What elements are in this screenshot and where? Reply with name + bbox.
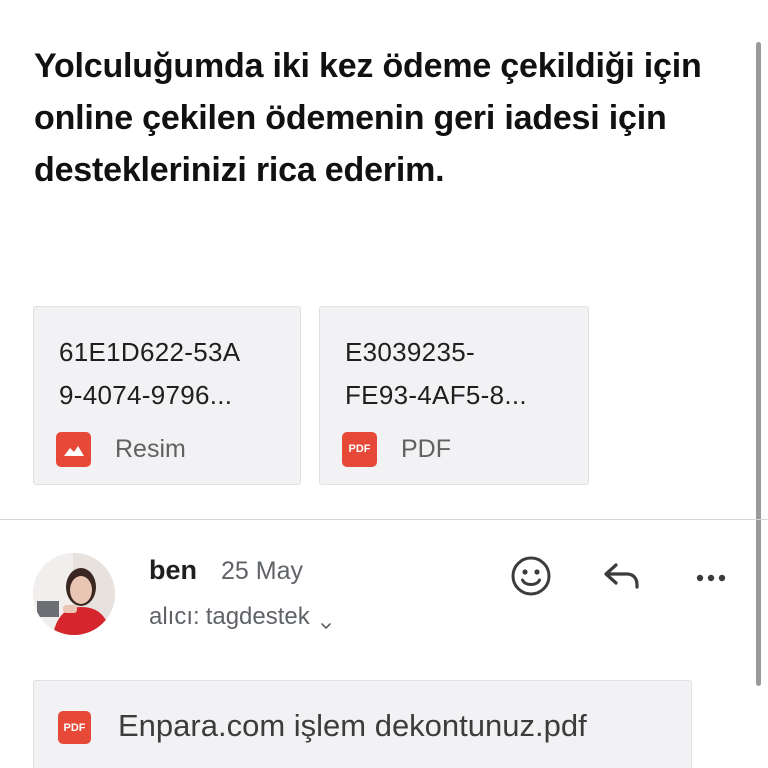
- attachment-type-label: PDF: [401, 434, 451, 463]
- avatar[interactable]: [33, 553, 115, 635]
- reply-button[interactable]: [598, 553, 644, 599]
- attachment-filename: Enpara.com işlem dekontunuz.pdf: [118, 708, 587, 743]
- attachment-filename: E3039235- FE93-4AF5-8...: [345, 337, 527, 410]
- attachment-type-label: Resim: [115, 434, 186, 463]
- recipient-prefix: alıcı:: [149, 603, 200, 630]
- scrollbar[interactable]: [756, 42, 761, 686]
- attachment-type: PDF PDF: [342, 431, 451, 467]
- chevron-down-icon: [320, 611, 332, 629]
- reply-icon: [604, 563, 639, 589]
- pdf-icon: PDF: [58, 711, 91, 744]
- attachment-type: Resim: [56, 431, 186, 467]
- image-icon: [56, 431, 91, 467]
- attachment-card-pdf[interactable]: E3039235- FE93-4AF5-8... PDF PDF: [319, 306, 589, 485]
- pdf-attachment[interactable]: PDF Enpara.com işlem dekontunuz.pdf: [33, 680, 692, 768]
- add-reaction-button[interactable]: [508, 553, 554, 599]
- email-thread-view: Yolculuğumda iki kez ödeme çekildiği içi…: [0, 0, 768, 768]
- sender-name: ben: [149, 555, 198, 585]
- message-divider: [0, 519, 768, 520]
- message-body-text: Yolculuğumda iki kez ödeme çekildiği içi…: [34, 47, 702, 189]
- smiley-icon: [511, 556, 551, 596]
- more-options-button[interactable]: [688, 553, 734, 599]
- attachment-card-image[interactable]: 61E1D622-53A 9-4074-9796... Resim: [33, 306, 301, 485]
- sent-date: 25 May: [221, 557, 303, 585]
- recipient-name: tagdestek: [205, 603, 310, 630]
- attachment-filename: 61E1D622-53A 9-4074-9796...: [59, 337, 241, 410]
- more-horizontal-icon: [696, 574, 726, 582]
- recipient-details-toggle[interactable]: alıcı: tagdestek: [149, 603, 332, 631]
- pdf-icon: PDF: [342, 431, 377, 467]
